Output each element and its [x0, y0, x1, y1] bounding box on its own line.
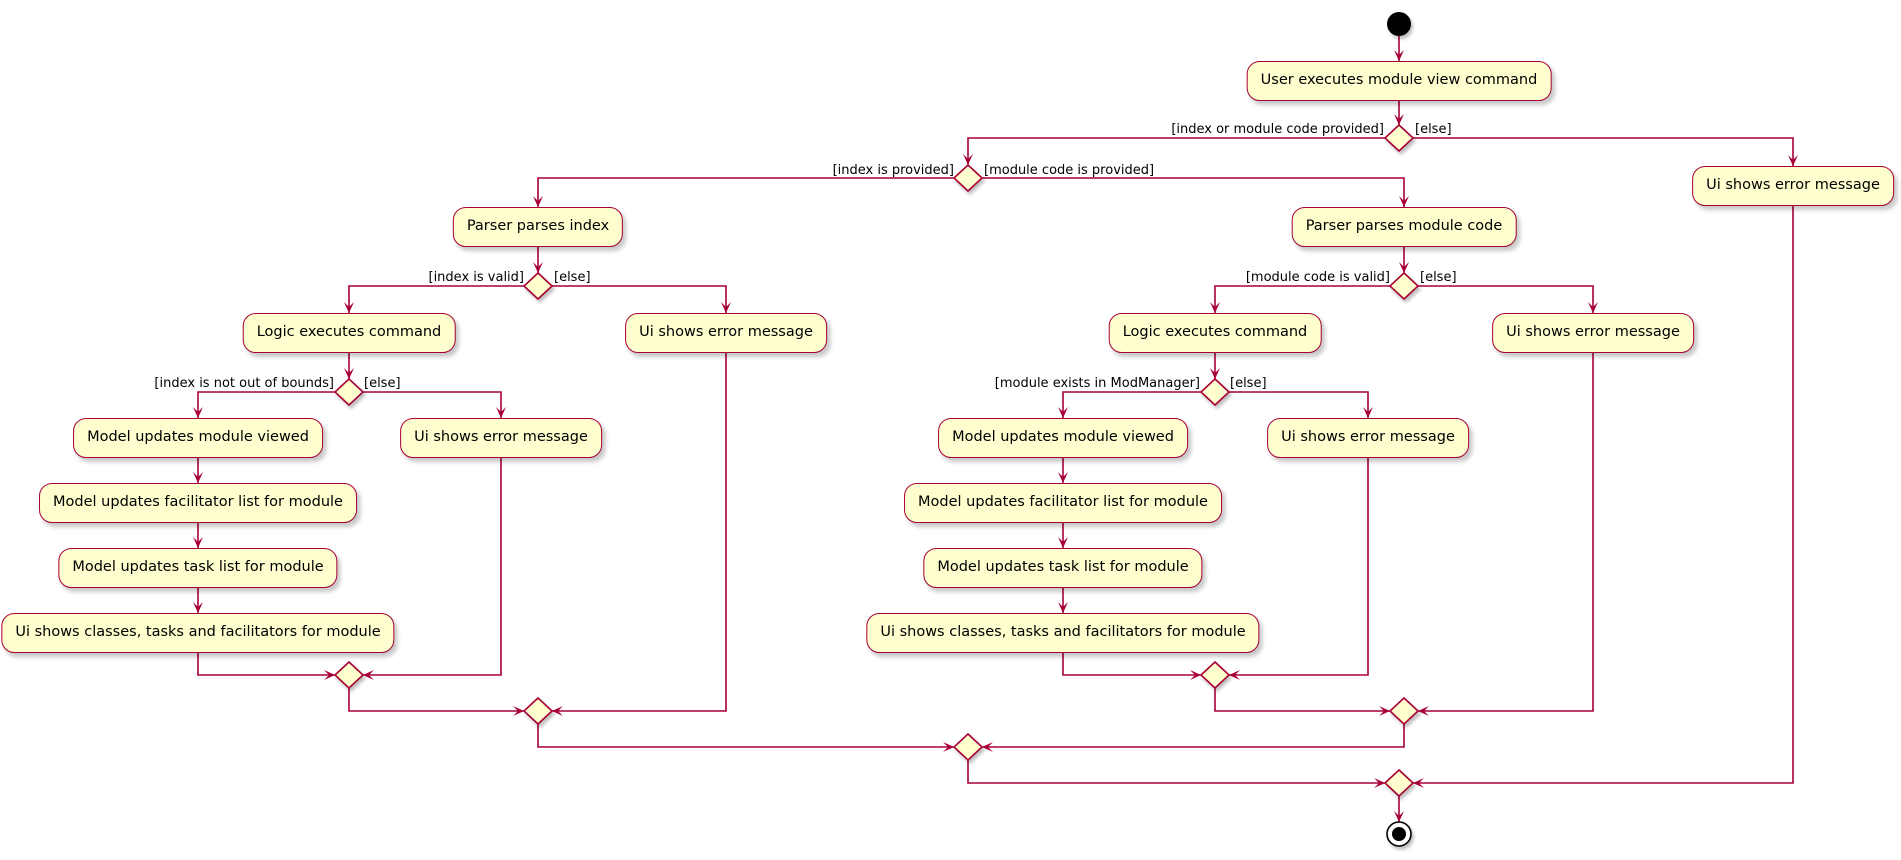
decision-input-provided [1383, 123, 1415, 153]
activity-ui-shows-module-details-module: Ui shows classes, tasks and facilitators… [866, 613, 1260, 653]
flow-edge [1418, 353, 1594, 712]
decision-index-or-module [952, 163, 984, 193]
flow-edge [1062, 391, 1201, 418]
guard-module-code-provided: [module code is provided] [984, 163, 1155, 178]
flow-edge [348, 688, 524, 712]
merge-index-valid [522, 696, 554, 726]
flow-edge [537, 724, 954, 748]
merge-index-or-module [952, 732, 984, 762]
merge-input-provided [1383, 768, 1415, 798]
activity-parser-parses-module-code: Parser parses module code [1291, 207, 1517, 247]
flow-edge [363, 391, 502, 418]
flow-edge [1413, 206, 1794, 784]
decision-module-code-valid [1388, 271, 1420, 301]
activity-user-executes-command: User executes module view command [1246, 61, 1552, 101]
activity-model-updates-module-viewed-module: Model updates module viewed [938, 418, 1188, 458]
flow-edge [982, 177, 1405, 207]
flow-edge [1062, 653, 1201, 676]
flow-edge [1214, 688, 1390, 712]
merge-module-code-valid [1388, 696, 1420, 726]
activity-ui-shows-module-details-index: Ui shows classes, tasks and facilitators… [1, 613, 395, 653]
flow-edge [197, 391, 335, 418]
guard-index-in-bounds-else: [else] [364, 376, 401, 391]
activity-logic-executes-command-module: Logic executes command [1108, 313, 1322, 353]
start-node-icon [1387, 12, 1411, 36]
merge-index-bounds [333, 660, 365, 690]
guard-module-exists: [module exists in ModManager] [994, 376, 1200, 391]
activity-model-updates-module-viewed-index: Model updates module viewed [73, 418, 323, 458]
flow-edge [552, 285, 727, 313]
guard-index-valid: [index is valid] [428, 270, 525, 285]
flow-edge [348, 285, 524, 313]
activity-ui-error-index-invalid: Ui shows error message [625, 313, 827, 353]
activity-model-updates-task-list-module: Model updates task list for module [923, 548, 1203, 588]
guard-input-else: [else] [1415, 122, 1452, 137]
end-node-inner-icon [1392, 827, 1406, 841]
activity-ui-error-module-invalid: Ui shows error message [1492, 313, 1694, 353]
flow-edge [197, 653, 335, 676]
activity-ui-error-out-of-bounds: Ui shows error message [400, 418, 602, 458]
activity-model-updates-facilitator-list-module: Model updates facilitator list for modul… [904, 483, 1222, 523]
flow-edge [552, 353, 727, 712]
guard-input-provided: [index or module code provided] [1171, 122, 1384, 137]
guard-module-exists-else: [else] [1230, 376, 1267, 391]
activity-ui-error-no-input: Ui shows error message [1692, 166, 1894, 206]
flow-edge [537, 177, 954, 207]
guard-module-code-valid-else: [else] [1420, 270, 1457, 285]
flow-edge [1229, 391, 1369, 418]
decision-index-in-bounds [333, 377, 365, 407]
flow-edge [982, 724, 1405, 748]
merge-module-exists [1199, 660, 1231, 690]
decision-index-valid [522, 271, 554, 301]
activity-model-updates-task-list-index: Model updates task list for module [58, 548, 338, 588]
flow-edge [1214, 285, 1390, 313]
guard-index-provided: [index is provided] [832, 163, 954, 178]
activity-logic-executes-command-index: Logic executes command [242, 313, 456, 353]
flow-edge [1413, 137, 1794, 166]
flow-edge [967, 137, 1385, 165]
activity-model-updates-facilitator-list-index: Model updates facilitator list for modul… [39, 483, 357, 523]
guard-module-code-valid: [module code is valid] [1245, 270, 1390, 285]
guard-index-valid-else: [else] [554, 270, 591, 285]
decision-module-exists [1199, 377, 1231, 407]
activity-parser-parses-index: Parser parses index [452, 207, 624, 247]
guard-index-in-bounds: [index is not out of bounds] [154, 376, 334, 391]
activity-ui-error-module-not-exists: Ui shows error message [1267, 418, 1469, 458]
flow-edge [1418, 285, 1594, 313]
flow-edge [967, 760, 1385, 784]
